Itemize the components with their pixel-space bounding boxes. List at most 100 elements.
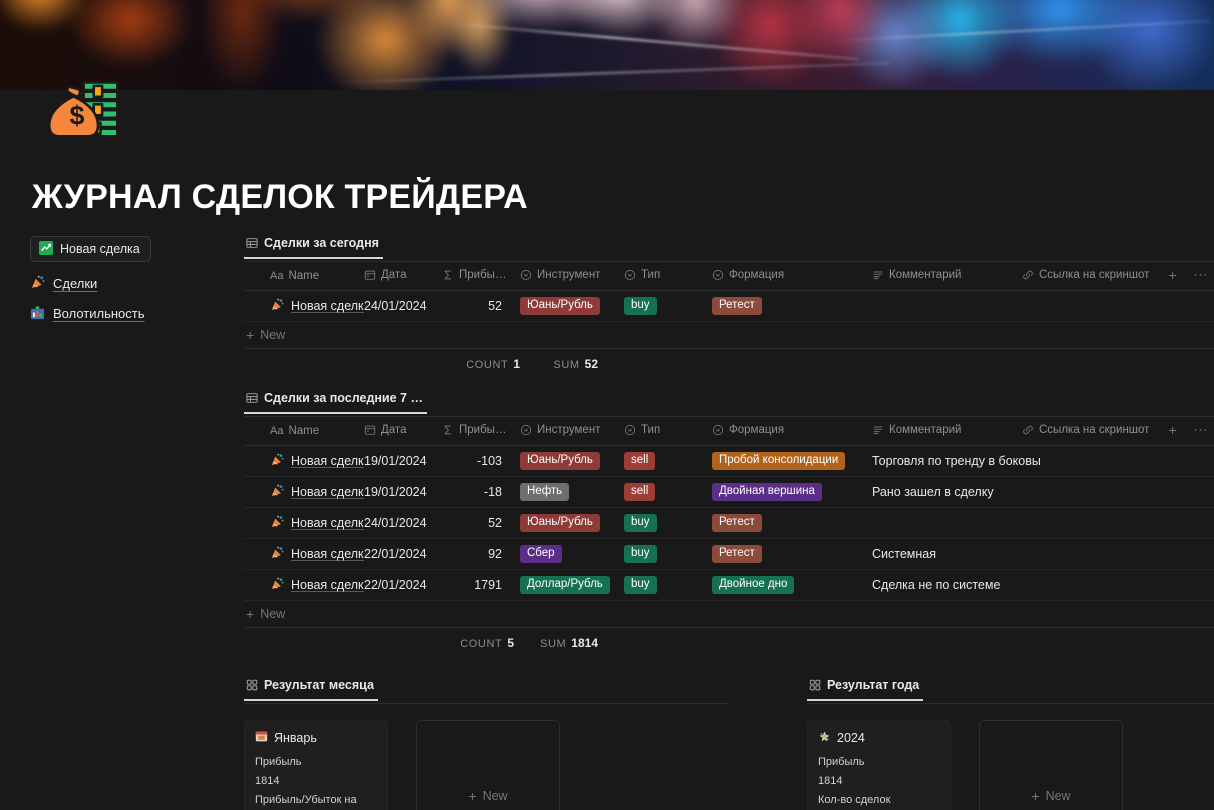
col-date[interactable]: Дата (364, 417, 442, 446)
sidebar-item-label: Волотильность (53, 306, 145, 321)
cell-comment[interactable]: Сделка не по системе (872, 569, 1214, 601)
cell-profit[interactable]: 92 (442, 538, 520, 570)
cell-date[interactable]: 24/01/2024 (364, 507, 442, 539)
cell-profit[interactable]: 52 (442, 290, 520, 322)
gallery-card[interactable]: 2024 Прибыль 1814 Кол-во сделок 5 Прибыл… (807, 720, 951, 810)
tab-deals-today[interactable]: Сделки за сегодня (244, 236, 383, 259)
tab-deals-last-7-days[interactable]: Сделки за последние 7 … (244, 391, 427, 414)
count-aggregate[interactable]: COUNT 5 (436, 636, 514, 650)
cell-date[interactable]: 19/01/2024 (364, 476, 442, 508)
row-title: Новая сделка (291, 578, 364, 592)
cell-name[interactable]: Новая сделка (244, 476, 364, 508)
col-instrument[interactable]: Инструмент (520, 262, 624, 291)
cell-formation[interactable]: Ретест (712, 290, 872, 322)
new-deal-button[interactable]: Новая сделка (30, 236, 151, 262)
cell-instrument[interactable]: Юань/Рубль (520, 290, 624, 322)
col-formation[interactable]: Формация (712, 262, 872, 291)
deals-last7-rows: Новая сделка 19/01/2024 -103 Юань/Рубль sell… (244, 445, 1214, 601)
cell-date[interactable]: 22/01/2024 (364, 569, 442, 601)
add-column-button[interactable]: + (1168, 423, 1176, 437)
cell-profit[interactable]: 1791 (442, 569, 520, 601)
col-screenshot-link[interactable]: Ссылка на скриншот + ··· (1022, 262, 1214, 291)
count-aggregate[interactable]: COUNT 1 (442, 357, 520, 371)
new-row-button[interactable]: + New (244, 322, 1214, 349)
cell-instrument[interactable]: Юань/Рубль (520, 445, 624, 477)
cell-type[interactable]: buy (624, 538, 712, 570)
table-grid-icon (246, 237, 258, 249)
table-row[interactable]: Новая сделка 22/01/2024 1791 Доллар/Рубль bu… (244, 569, 1214, 601)
cell-comment[interactable]: Торговля по тренду в боковы (872, 445, 1214, 477)
cell-formation[interactable]: Пробой консолидации (712, 445, 872, 477)
more-options-button[interactable]: ··· (1194, 269, 1209, 281)
cell-name[interactable]: Новая сделка (244, 507, 364, 539)
cell-type[interactable]: sell (624, 476, 712, 508)
plus-icon: + (246, 606, 255, 622)
cell-comment[interactable] (872, 290, 1214, 322)
cell-name[interactable]: Новая сделка (244, 569, 364, 601)
col-instrument[interactable]: Инструмент (520, 417, 624, 446)
col-name[interactable]: Aa Name (244, 262, 364, 291)
row-title: Новая сделка (291, 547, 364, 561)
gallery-month: Результат месяца Январь Прибыль 1814 При… (244, 678, 729, 810)
table-row[interactable]: Новая сделка 24/01/2024 52 Юань/Рубль buy Рет… (244, 507, 1214, 539)
plus-icon: + (246, 327, 255, 343)
cell-type[interactable]: buy (624, 507, 712, 539)
sum-aggregate[interactable]: SUM 1814 (514, 636, 598, 650)
col-screenshot-link[interactable]: Ссылка на скриншот + ··· (1022, 417, 1214, 446)
cell-comment[interactable]: Системная (872, 538, 1214, 570)
cell-type[interactable]: buy (624, 569, 712, 601)
money-bag-with-cash-icon[interactable]: $ (40, 64, 124, 148)
cell-profit[interactable]: 52 (442, 507, 520, 539)
cell-instrument[interactable]: Нефть (520, 476, 624, 508)
sidebar-item-volatility[interactable]: Волотильность (30, 305, 230, 322)
col-comment[interactable]: Комментарий (872, 417, 1022, 446)
cell-type[interactable]: sell (624, 445, 712, 477)
new-card-button[interactable]: + New (979, 720, 1123, 810)
cell-formation[interactable]: Ретест (712, 507, 872, 539)
table-row[interactable]: Новая сделка 19/01/2024 -18 Нефть sell Двойна… (244, 476, 1214, 508)
page-cover-banner[interactable] (0, 0, 1214, 90)
cell-name[interactable]: Новая сделка (244, 445, 364, 477)
cell-name[interactable]: Новая сделка (244, 290, 364, 322)
col-comment[interactable]: Комментарий (872, 262, 1022, 291)
cell-comment[interactable]: Рано зашел в сделку (872, 476, 1214, 508)
cell-profit[interactable]: -103 (442, 445, 520, 477)
cell-instrument[interactable]: Сбер (520, 538, 624, 570)
sidebar-item-deals[interactable]: Сделки (30, 275, 230, 292)
new-row-button[interactable]: + New (244, 601, 1214, 628)
cell-type[interactable]: buy (624, 290, 712, 322)
cell-date[interactable]: 22/01/2024 (364, 538, 442, 570)
sigma-icon (442, 269, 454, 281)
col-type[interactable]: Тип (624, 417, 712, 446)
cell-formation[interactable]: Двойное дно (712, 569, 872, 601)
cell-name[interactable]: Новая сделка (244, 538, 364, 570)
cell-instrument[interactable]: Юань/Рубль (520, 507, 624, 539)
sum-aggregate[interactable]: SUM 52 (520, 357, 598, 371)
table-row[interactable]: Новая сделка 24/01/2024 52 Юань/Рубль buy Рет… (244, 290, 1214, 322)
table-row[interactable]: Новая сделка 19/01/2024 -103 Юань/Рубль sell… (244, 445, 1214, 477)
cell-profit[interactable]: -18 (442, 476, 520, 508)
card-title-row: 2024 (818, 730, 940, 745)
tab-month-result[interactable]: Результат месяца (244, 678, 378, 701)
cell-date[interactable]: 24/01/2024 (364, 290, 442, 322)
cell-formation[interactable]: Ретест (712, 538, 872, 570)
confetti-ball-icon (818, 730, 831, 745)
cell-comment[interactable] (872, 507, 1214, 539)
col-type[interactable]: Тип (624, 262, 712, 291)
new-card-button[interactable]: + New (416, 720, 560, 810)
col-profit[interactable]: Прибы… (442, 262, 520, 291)
col-formation[interactable]: Формация (712, 417, 872, 446)
more-options-button[interactable]: ··· (1194, 424, 1209, 436)
table-row[interactable]: Новая сделка 22/01/2024 92 Сбер buy Ретест Сис… (244, 538, 1214, 570)
col-name[interactable]: Aa Name (244, 417, 364, 446)
party-popper-icon (270, 515, 284, 531)
tab-year-result[interactable]: Результат года (807, 678, 924, 701)
col-profit[interactable]: Прибы… (442, 417, 520, 446)
card-line: Прибыль/Убыток на сделку (255, 794, 357, 806)
col-date[interactable]: Дата (364, 262, 442, 291)
add-column-button[interactable]: + (1168, 268, 1176, 282)
cell-instrument[interactable]: Доллар/Рубль (520, 569, 624, 601)
gallery-card[interactable]: Январь Прибыль 1814 Прибыль/Убыток на сд… (244, 720, 388, 810)
cell-date[interactable]: 19/01/2024 (364, 445, 442, 477)
cell-formation[interactable]: Двойная вершина (712, 476, 872, 508)
